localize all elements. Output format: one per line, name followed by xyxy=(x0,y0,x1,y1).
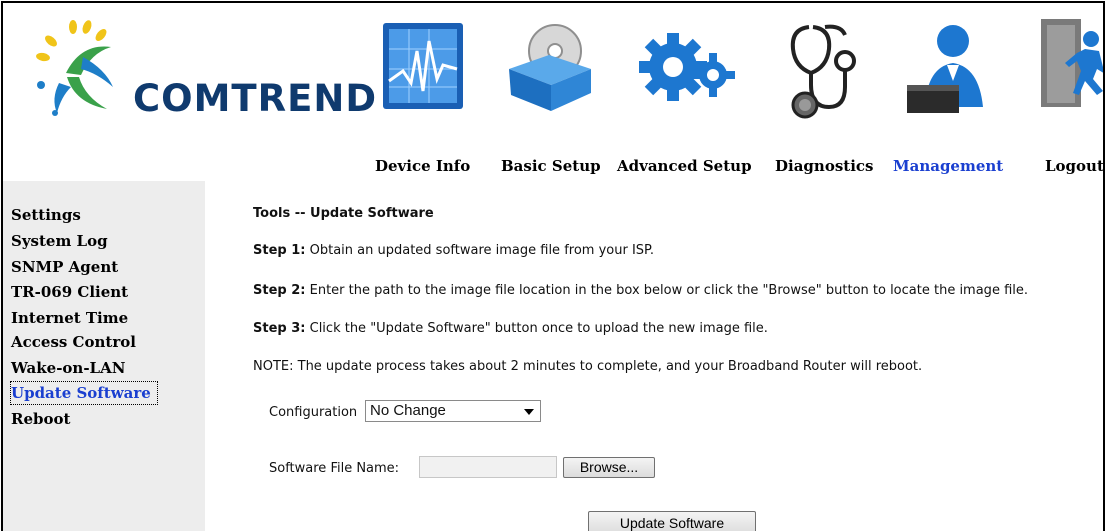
step-3: Step 3: Click the "Update Software" butt… xyxy=(253,321,768,336)
sidebar-item-tr-069-client[interactable]: TR-069 Client xyxy=(11,281,128,303)
step-2-label: Step 2: xyxy=(253,283,306,298)
step-2-text: Enter the path to the image file locatio… xyxy=(305,283,1028,298)
software-file-input[interactable] xyxy=(419,456,557,478)
header: COMTREND Device Info Basic Setup Advance… xyxy=(3,3,1103,181)
page-title: Tools -- Update Software xyxy=(253,206,434,221)
logo-mark-icon xyxy=(36,20,113,116)
step-1-label: Step 1: xyxy=(253,243,306,258)
sidebar-item-internet-time[interactable]: Internet Time xyxy=(11,307,128,329)
note-text: NOTE: The update process takes about 2 m… xyxy=(253,359,923,374)
user-laptop-icon xyxy=(907,25,983,113)
step-1: Step 1: Obtain an updated software image… xyxy=(253,243,654,258)
nav-label: Management xyxy=(893,157,1004,175)
browse-button[interactable]: Browse... xyxy=(563,457,655,478)
nav-label: Advanced Setup xyxy=(617,157,752,175)
chevron-down-icon xyxy=(524,409,534,415)
nav-label: Device Info xyxy=(375,157,471,175)
sidebar-item-wake-on-lan[interactable]: Wake-on-LAN xyxy=(11,357,125,379)
step-2: Step 2: Enter the path to the image file… xyxy=(253,283,1028,298)
nav-device-info[interactable]: Device Info xyxy=(375,3,485,181)
sidebar-item-access-control[interactable]: Access Control xyxy=(11,331,136,353)
sidebar-item-reboot[interactable]: Reboot xyxy=(11,408,70,430)
nav-basic-setup[interactable]: Basic Setup xyxy=(501,3,606,181)
sidebar-item-snmp-agent[interactable]: SNMP Agent xyxy=(11,256,118,278)
sidebar-item-settings[interactable]: Settings xyxy=(11,204,81,226)
configuration-select[interactable]: No Change xyxy=(365,400,541,422)
step-1-text: Obtain an updated software image file fr… xyxy=(305,243,654,258)
nav-logout[interactable]: Logout xyxy=(1023,3,1104,181)
nav-label: Logout xyxy=(1045,157,1104,175)
software-file-label: Software File Name: xyxy=(269,461,400,476)
main-content: Tools -- Update Software Step 1: Obtain … xyxy=(205,181,1103,531)
gears-icon xyxy=(639,33,735,101)
sidebar-item-update-software[interactable]: Update Software xyxy=(10,381,158,405)
sidebar: Settings System Log SNMP Agent TR-069 Cl… xyxy=(3,181,205,531)
comtrend-logo: COMTREND xyxy=(21,13,376,123)
sidebar-item-system-log[interactable]: System Log xyxy=(11,230,108,252)
exit-door-icon xyxy=(1041,19,1103,107)
configuration-value: No Change xyxy=(370,402,446,419)
chart-icon xyxy=(383,23,463,109)
step-3-label: Step 3: xyxy=(253,321,306,336)
page-frame: COMTREND Device Info Basic Setup Advance… xyxy=(1,1,1105,531)
configuration-label: Configuration xyxy=(269,405,358,420)
nav-diagnostics[interactable]: Diagnostics xyxy=(775,3,875,181)
nav-label: Basic Setup xyxy=(501,157,601,175)
update-software-button[interactable]: Update Software xyxy=(588,511,756,531)
brand-name: COMTREND xyxy=(133,77,378,120)
nav-label: Diagnostics xyxy=(775,157,874,175)
step-3-text: Click the "Update Software" button once … xyxy=(305,321,768,336)
disc-box-icon xyxy=(509,24,591,111)
stethoscope-icon xyxy=(790,24,856,119)
nav-advanced-setup[interactable]: Advanced Setup xyxy=(617,3,757,181)
nav-management[interactable]: Management xyxy=(893,3,1003,181)
